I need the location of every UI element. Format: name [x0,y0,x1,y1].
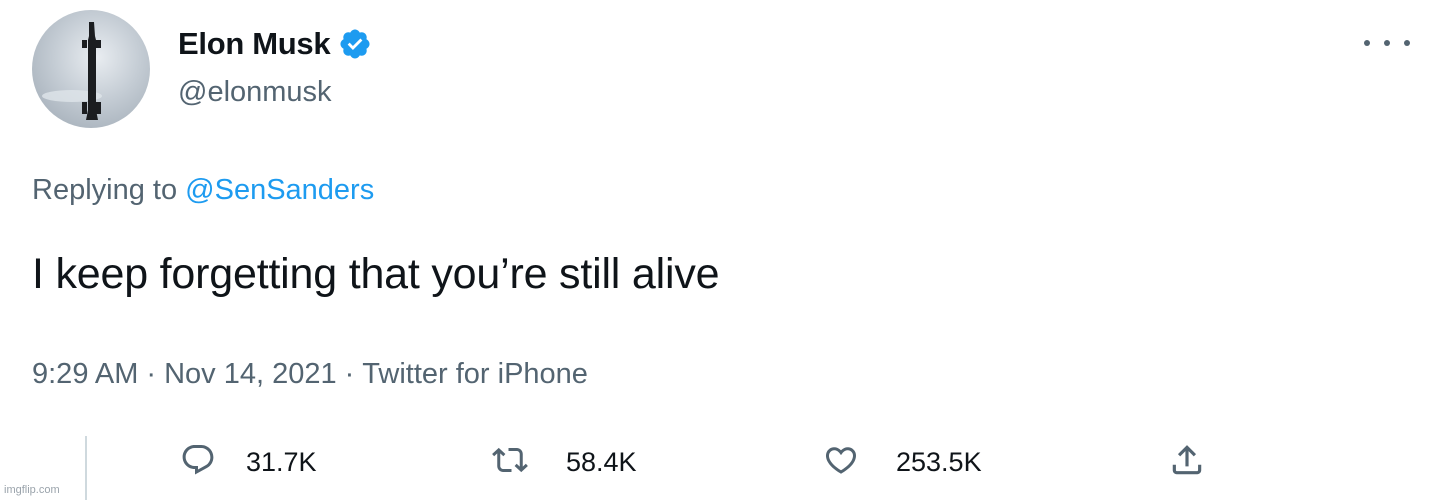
like-count: 253.5K [896,446,982,477]
reply-mention-link[interactable]: @SenSanders [185,174,374,206]
reply-context-prefix: Replying to [32,174,178,206]
tweet-date[interactable]: Nov 14, 2021 [164,358,337,390]
tweet-text: I keep forgetting that you’re still aliv… [32,250,720,298]
more-dot [1364,40,1370,46]
avatar[interactable] [32,10,150,128]
share-button[interactable] [1168,438,1206,486]
author-block: Elon Musk [178,24,372,64]
tweet-card: Elon Musk @elonmusk Replying to @SenSand… [0,0,1440,500]
like-button[interactable]: 253.5K [822,438,982,486]
verified-badge-icon [338,27,372,61]
action-bar: 31.7K 58.4K 253.5K [0,438,1440,486]
meta-separator: · [344,358,355,390]
author-name-row: Elon Musk [178,24,372,64]
retweet-icon [490,442,530,483]
reply-button[interactable]: 31.7K [180,438,317,486]
reply-count: 31.7K [246,446,317,477]
more-icon[interactable] [1364,28,1410,58]
watermark: imgflip.com [4,484,60,496]
meta-separator: · [146,358,157,390]
retweet-button[interactable]: 58.4K [490,438,637,486]
retweet-count: 58.4K [566,446,637,477]
avatar-image [42,22,102,120]
author-handle[interactable]: @elonmusk [178,76,332,109]
tweet-source[interactable]: Twitter for iPhone [362,358,588,390]
more-dot [1384,40,1390,46]
author-display-name[interactable]: Elon Musk [178,26,331,62]
heart-icon [822,442,860,483]
tweet-time[interactable]: 9:29 AM [32,358,138,390]
reply-context: Replying to @SenSanders [32,174,374,207]
more-dot [1404,40,1410,46]
reply-icon [180,442,216,483]
tweet-meta: 9:29 AM · Nov 14, 2021 · Twitter for iPhone [32,358,588,391]
share-icon [1168,441,1206,484]
